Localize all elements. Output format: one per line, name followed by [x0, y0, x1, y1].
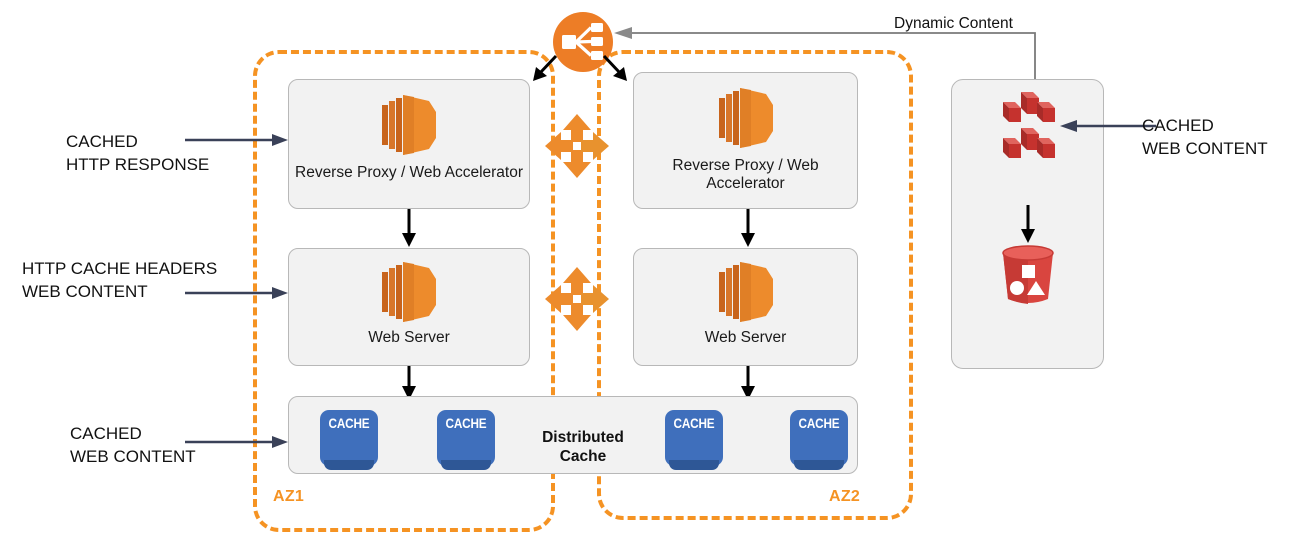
az2-cache-chip-1[interactable]: CACHE — [665, 410, 723, 472]
arrow-cached-web-content-left — [185, 434, 290, 450]
az2-web-server-label: Web Server — [704, 329, 787, 346]
az2-label: AZ2 — [829, 488, 861, 505]
annotation-dynamic-content: Dynamic Content — [894, 15, 1013, 32]
az1-web-server-box[interactable]: Web Server — [288, 248, 530, 366]
cache-chip-base — [441, 460, 491, 470]
distributed-cache-label-line2: Cache — [559, 447, 607, 465]
arrow-cached-http-response — [185, 132, 290, 148]
az2-reverse-proxy-label: Reverse Proxy / Web Accelerator — [672, 157, 819, 193]
dynamic-content-connector — [610, 24, 1050, 86]
ec2-icon — [709, 81, 783, 155]
architecture-diagram: AZ1 AZ2 Reverse Proxy / Web Accelerator — [0, 0, 1295, 553]
cache-chip-label: CACHE — [673, 415, 715, 431]
ec2-icon — [372, 88, 446, 162]
four-way-sync-arrows-icon — [541, 110, 613, 182]
cache-chip-base — [669, 460, 719, 470]
amazon-s3-bucket-icon — [995, 243, 1061, 307]
az2-web-server-box[interactable]: Web Server — [633, 248, 858, 366]
arrow-cloudfront-to-s3 — [1017, 205, 1039, 245]
cache-chip-base — [794, 460, 844, 470]
cloudfront-title: Amazon — [951, 160, 1295, 178]
ec2-icon — [372, 255, 446, 329]
lb-split-arrow-left — [527, 54, 559, 84]
cache-chip-base — [324, 460, 374, 470]
az2-cache-chip-2[interactable]: CACHE — [790, 410, 848, 472]
cloudfront-subtitle: CloudFront — [951, 180, 1295, 198]
s3-title: Amazon S3 — [951, 312, 1295, 330]
az1-web-server-label: Web Server — [368, 329, 450, 346]
cache-chip-label: CACHE — [798, 415, 840, 431]
annotation-cached-web-content-left: CACHED WEB CONTENT — [70, 424, 196, 466]
az2-reverse-proxy-box[interactable]: Reverse Proxy / Web Accelerator — [633, 72, 858, 209]
four-way-sync-arrows-icon — [541, 263, 613, 335]
arrow-http-cache-headers — [185, 285, 290, 301]
az1-cache-chip-1[interactable]: CACHE — [320, 410, 378, 472]
distributed-cache-label: Distributed Cache — [523, 429, 643, 466]
az1-label: AZ1 — [273, 488, 305, 505]
s3-subtitle: object storage — [951, 333, 1295, 350]
cache-chip-label: CACHE — [328, 415, 370, 431]
cache-chip-label: CACHE — [445, 415, 487, 431]
az1-cache-chip-2[interactable]: CACHE — [437, 410, 495, 472]
ec2-icon — [709, 255, 783, 329]
az1-reverse-proxy-label: Reverse Proxy / Web Accelerator — [295, 164, 523, 181]
annotation-cached-web-content-right: CACHED WEB CONTENT — [1142, 116, 1268, 158]
az1-arrow-proxy-to-webserver — [398, 209, 420, 249]
az2-arrow-proxy-to-webserver — [737, 209, 759, 249]
az1-reverse-proxy-box[interactable]: Reverse Proxy / Web Accelerator — [288, 79, 530, 209]
amazon-cloudfront-icon — [991, 88, 1063, 166]
distributed-cache-label-line1: Distributed — [542, 429, 624, 446]
